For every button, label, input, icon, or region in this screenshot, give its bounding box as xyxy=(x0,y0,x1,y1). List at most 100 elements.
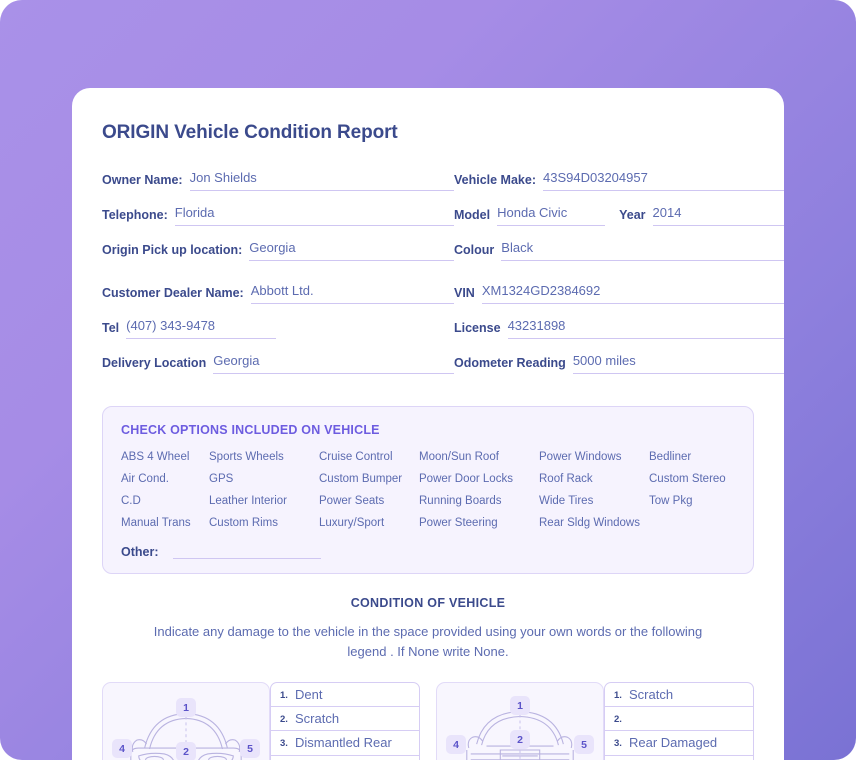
field-input-owner-name[interactable]: Jon Shields xyxy=(189,170,454,191)
damage-list-front: 1. Dent 2. Scratch 3. Dismantled Rear 4. xyxy=(270,682,420,760)
field-label: Colour xyxy=(454,243,495,257)
field-input-colour[interactable]: Black xyxy=(501,240,784,261)
field-input-tel[interactable]: (407) 343-9478 xyxy=(126,318,277,339)
field-label: Customer Dealer Name: xyxy=(102,286,244,300)
field-label: Year xyxy=(619,208,646,222)
diagram-block-rear: 1 2 3 4 5 1. xyxy=(436,682,754,760)
field-input-vin[interactable]: XM1324GD2384692 xyxy=(481,283,784,304)
form-fields: Owner Name: Jon Shields Telephone: Flori… xyxy=(102,170,784,388)
option-item[interactable]: Wide Tires xyxy=(539,495,649,507)
field-other: Other: xyxy=(121,545,735,559)
page-title: ORIGIN Vehicle Condition Report xyxy=(102,122,398,143)
marker-2[interactable]: 2 xyxy=(510,730,530,749)
field-label: Other: xyxy=(121,545,159,559)
damage-text: Dismantled Rear xyxy=(295,735,392,751)
damage-row[interactable]: 4. xyxy=(271,756,419,760)
damage-row[interactable]: 4. xyxy=(605,756,753,760)
option-item[interactable]: Roof Rack xyxy=(539,473,649,485)
option-item[interactable]: Leather Interior xyxy=(209,495,319,507)
page-background: ORIGIN Vehicle Condition Report Owner Na… xyxy=(0,0,856,760)
option-item[interactable]: Running Boards xyxy=(419,495,539,507)
option-item[interactable]: ABS 4 Wheel xyxy=(121,451,209,463)
field-value: Honda Civic xyxy=(497,205,568,220)
field-value: Black xyxy=(501,240,534,255)
marker-4[interactable]: 4 xyxy=(446,735,466,754)
damage-number: 3. xyxy=(280,738,288,750)
car-front-diagram[interactable]: 1 2 3 4 5 xyxy=(102,682,270,760)
field-input-model[interactable]: Honda Civic xyxy=(497,205,606,226)
marker-4[interactable]: 4 xyxy=(112,739,132,758)
field-label: Origin Pick up location: xyxy=(102,243,243,257)
damage-row[interactable]: 1. Dent xyxy=(271,683,419,708)
field-input-year[interactable]: 2014 xyxy=(652,205,784,226)
marker-1[interactable]: 1 xyxy=(176,698,196,717)
marker-1[interactable]: 1 xyxy=(510,696,530,715)
field-input-license[interactable]: 43231898 xyxy=(507,318,784,339)
field-tel: Tel (407) 343-9478 xyxy=(102,318,454,339)
field-input-delivery-location[interactable]: Georgia xyxy=(213,353,454,374)
option-item[interactable]: GPS xyxy=(209,473,319,485)
field-input-odometer-reading[interactable]: 5000 miles xyxy=(572,353,784,374)
field-input-customer-dealer-name[interactable]: Abbott Ltd. xyxy=(250,283,454,304)
field-label: Model xyxy=(454,208,491,222)
field-customer-dealer-name: Customer Dealer Name: Abbott Ltd. xyxy=(102,283,454,304)
damage-row[interactable]: 3. Dismantled Rear xyxy=(271,731,419,756)
option-item[interactable]: Air Cond. xyxy=(121,473,209,485)
field-owner-name: Owner Name: Jon Shields xyxy=(102,170,454,191)
field-label: Vehicle Make: xyxy=(454,173,536,187)
field-value: Georgia xyxy=(249,240,296,255)
vehicle-diagrams: 1 2 3 4 5 1. xyxy=(102,682,754,760)
field-label: License xyxy=(454,321,501,335)
option-item[interactable]: Power Windows xyxy=(539,451,649,463)
option-item[interactable]: Manual Trans xyxy=(121,517,209,529)
option-item[interactable]: Tow Pkg xyxy=(649,495,735,507)
option-item[interactable]: Luxury/Sport xyxy=(319,517,419,529)
field-label: Owner Name: xyxy=(102,173,183,187)
damage-row[interactable]: 3. Rear Damaged xyxy=(605,731,753,756)
option-item[interactable]: C.D xyxy=(121,495,209,507)
option-item[interactable]: Moon/Sun Roof xyxy=(419,451,539,463)
damage-number: 2. xyxy=(280,714,288,726)
condition-section-title: CONDITION OF VEHICLE xyxy=(350,596,506,610)
damage-number: 2. xyxy=(614,714,622,726)
option-item[interactable]: Bedliner xyxy=(649,451,735,463)
field-delivery-location: Delivery Location Georgia xyxy=(102,353,454,374)
damage-row[interactable]: 1. Scratch xyxy=(605,683,753,708)
field-value: (407) 343-9478 xyxy=(126,318,216,333)
option-item[interactable]: Sports Wheels xyxy=(209,451,319,463)
damage-text: Dent xyxy=(295,687,323,703)
field-label: Odometer Reading xyxy=(454,356,566,370)
damage-list-rear: 1. Scratch 2. 3. Rear Damaged 4. xyxy=(604,682,754,760)
vehicle-condition-report-card: ORIGIN Vehicle Condition Report Owner Na… xyxy=(72,88,784,760)
field-input-origin-pickup-location[interactable]: Georgia xyxy=(249,240,454,261)
check-options-panel: CHECK OPTIONS INCLUDED ON VEHICLE ABS 4 … xyxy=(102,406,754,574)
field-input-vehicle-make[interactable]: 43S94D03204957 xyxy=(543,170,784,191)
damage-text: Scratch xyxy=(295,711,340,727)
marker-5[interactable]: 5 xyxy=(240,739,260,758)
option-item[interactable]: Power Door Locks xyxy=(419,473,539,485)
option-item[interactable]: Custom Stereo xyxy=(649,473,735,485)
damage-row[interactable]: 2. Scratch xyxy=(271,707,419,732)
option-item[interactable]: Cruise Control xyxy=(319,451,419,463)
field-license: License 43231898 xyxy=(454,318,784,339)
marker-5[interactable]: 5 xyxy=(574,735,594,754)
field-value: Jon Shields xyxy=(189,170,257,185)
option-item[interactable]: Custom Rims xyxy=(209,517,319,529)
car-rear-diagram[interactable]: 1 2 3 4 5 xyxy=(436,682,604,760)
field-label: Telephone: xyxy=(102,208,168,222)
option-item[interactable]: Power Seats xyxy=(319,495,419,507)
damage-text: Rear Damaged xyxy=(629,735,718,751)
field-value: 2014 xyxy=(652,205,682,220)
damage-row[interactable]: 2. xyxy=(605,707,753,732)
marker-2[interactable]: 2 xyxy=(176,742,196,760)
field-label: Delivery Location xyxy=(102,356,207,370)
field-input-other[interactable] xyxy=(172,545,321,559)
option-item[interactable]: Rear Sldg Windows xyxy=(539,517,649,529)
field-input-telephone[interactable]: Florida xyxy=(174,205,454,226)
field-label: Tel xyxy=(102,321,120,335)
option-item xyxy=(649,517,735,529)
option-item[interactable]: Custom Bumper xyxy=(319,473,419,485)
option-item[interactable]: Power Steering xyxy=(419,517,539,529)
damage-number: 3. xyxy=(614,738,622,750)
field-value: Florida xyxy=(174,205,215,220)
